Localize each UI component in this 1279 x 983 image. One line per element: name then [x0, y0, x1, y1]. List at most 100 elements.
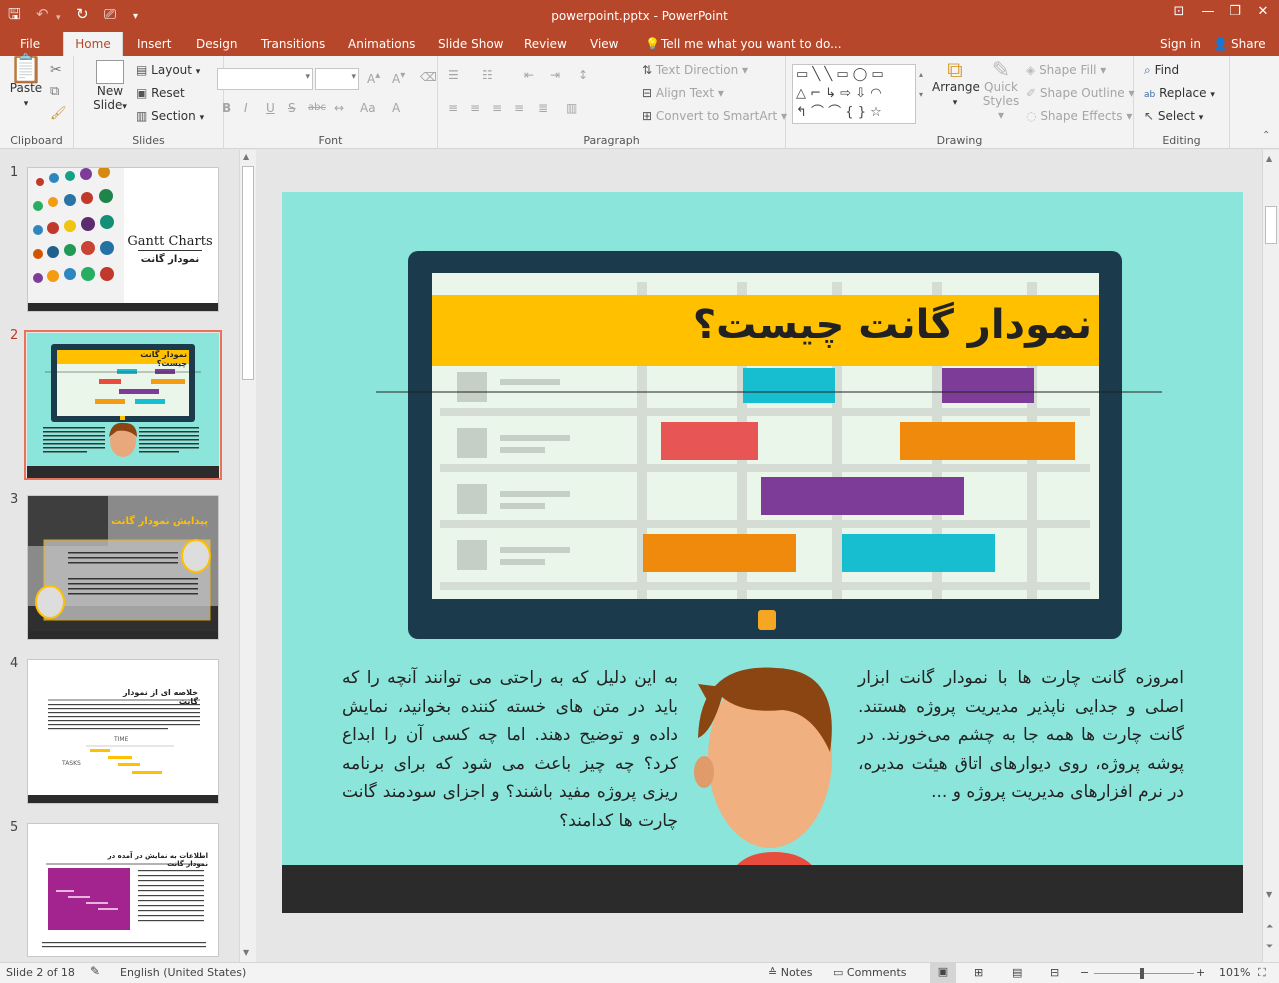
layout-button[interactable]: ▤ Layout ▾: [136, 63, 200, 77]
slide-scroll-thumb[interactable]: [1265, 206, 1277, 244]
slide-scroll-up-icon[interactable]: ▲: [1266, 154, 1272, 163]
tab-review[interactable]: Review: [524, 37, 567, 51]
scroll-down-icon[interactable]: ▼: [243, 948, 249, 957]
font-size-combo[interactable]: ▾: [315, 68, 359, 90]
next-slide-icon[interactable]: ⏷: [1266, 942, 1273, 952]
tab-design[interactable]: Design: [196, 37, 237, 51]
increase-font-icon[interactable]: A▴: [367, 70, 380, 86]
shape-effects-button[interactable]: ◌ Shape Effects ▾: [1026, 109, 1132, 123]
tab-insert[interactable]: Insert: [137, 37, 171, 51]
slideshow-view-icon[interactable]: ⊟: [1050, 966, 1059, 979]
minimize-icon[interactable]: —: [1195, 4, 1221, 19]
quick-styles-button[interactable]: ✎ Quick Styles ▾: [980, 60, 1022, 123]
language-indicator[interactable]: English (United States): [120, 966, 246, 979]
underline-button[interactable]: U: [266, 101, 275, 115]
justify-icon[interactable]: ≡: [514, 101, 524, 115]
align-right-icon[interactable]: ≡: [492, 101, 502, 115]
share-button[interactable]: Share: [1231, 37, 1266, 51]
font-color-icon[interactable]: A: [392, 101, 400, 115]
replace-button[interactable]: ab Replace ▾: [1144, 86, 1215, 100]
shape-outline-button[interactable]: ✐ Shape Outline ▾: [1026, 86, 1135, 100]
align-text-button[interactable]: ⊟ Align Text ▾: [642, 86, 724, 100]
editing-label: Editing: [1162, 134, 1201, 147]
shape-fill-button[interactable]: ◈ Shape Fill ▾: [1026, 63, 1106, 77]
bold-button[interactable]: B: [222, 101, 231, 115]
close-icon[interactable]: ✕: [1250, 4, 1276, 19]
slide-sorter-icon[interactable]: ⊞: [974, 966, 983, 979]
tab-slide-show[interactable]: Slide Show: [438, 37, 503, 51]
numbering-icon[interactable]: ☷: [482, 68, 493, 82]
tab-home[interactable]: Home: [63, 32, 123, 56]
char-spacing-icon[interactable]: ↔: [334, 101, 344, 115]
reset-button[interactable]: ▣ Reset: [136, 86, 185, 100]
shapes-gallery[interactable]: ▭ ╲ ╲ ▭ ◯ ▭ △ ⌐ ↳ ⇨ ⇩ ◠ ↰ ⌒ ⌒ { } ☆: [792, 64, 916, 124]
tell-me-box[interactable]: Tell me what you want to do...: [661, 37, 842, 51]
decrease-font-icon[interactable]: A▾: [392, 70, 405, 86]
gallery-down-icon[interactable]: ▾: [919, 90, 923, 99]
copy-icon[interactable]: ⧉: [50, 84, 59, 99]
reading-view-icon[interactable]: ▤: [1012, 966, 1022, 979]
text-direction-button[interactable]: ⇅ Text Direction ▾: [642, 63, 748, 77]
line-spacing-icon[interactable]: ↕: [578, 68, 588, 82]
format-painter-icon[interactable]: 🖌: [50, 106, 67, 121]
font-name-combo[interactable]: ▾: [217, 68, 313, 90]
slide-thumbnail-5[interactable]: اطلاعات به نمایش در آمده در نمودار گانت: [27, 823, 219, 957]
restore-icon[interactable]: ❐: [1222, 4, 1248, 19]
previous-slide-icon[interactable]: ⏶: [1266, 922, 1273, 932]
slide-footer-bar: [282, 865, 1243, 913]
slide-thumbnail-3[interactable]: پیدایش نمودار گانت: [27, 495, 219, 640]
spell-check-icon[interactable]: ✎: [90, 964, 100, 978]
tab-animations[interactable]: Animations: [348, 37, 415, 51]
thumbnails-scroll-thumb[interactable]: [242, 166, 254, 380]
drawing-label: Drawing: [936, 134, 983, 147]
tab-file[interactable]: File: [20, 37, 40, 51]
change-case-icon[interactable]: Aa: [360, 101, 376, 115]
slide-thumbnail-2[interactable]: نمودار گانت چیست؟: [27, 333, 219, 478]
columns-icon[interactable]: ▥: [566, 101, 577, 115]
collapse-ribbon-icon[interactable]: ⌃: [1262, 130, 1270, 141]
zoom-slider-track[interactable]: [1094, 973, 1194, 974]
fit-to-window-icon[interactable]: ⛶: [1258, 966, 1266, 980]
tab-transitions[interactable]: Transitions: [261, 37, 325, 51]
bullets-icon[interactable]: ☰: [448, 68, 459, 82]
italic-button[interactable]: I: [244, 101, 248, 115]
slide-text-left[interactable]: به این دلیل که به راحتی می توانند آنچه ر…: [342, 664, 678, 835]
slide-canvas[interactable]: نمودار گانت چیست؟ امروزه گانت چارت ها با…: [282, 192, 1243, 913]
zoom-out-icon[interactable]: −: [1080, 966, 1089, 979]
smartart-button[interactable]: ⊞ Convert to SmartArt ▾: [642, 109, 787, 123]
paste-button[interactable]: 📋 Paste ▾: [6, 55, 46, 111]
slide-thumbnail-1[interactable]: Gantt Charts نمودار گانت: [27, 167, 219, 312]
slide-title[interactable]: نمودار گانت چیست؟: [432, 302, 1092, 348]
section-button[interactable]: ▥ Section ▾: [136, 109, 204, 123]
slide-thumbnail-4[interactable]: خلاصه ای از نمودار گانت TIME TASKS: [27, 659, 219, 804]
increase-indent-icon[interactable]: ⇥: [550, 68, 560, 82]
clear-format-icon[interactable]: ⌫: [420, 70, 437, 84]
slide-scroll-down-icon[interactable]: ▼: [1266, 890, 1272, 899]
select-button[interactable]: ↖ Select ▾: [1144, 109, 1203, 123]
zoom-in-icon[interactable]: +: [1196, 966, 1205, 979]
slide-vertical-scrollbar[interactable]: ▲ ▼ ⏶ ⏷: [1262, 150, 1279, 962]
distributed-icon[interactable]: ≣: [538, 101, 548, 115]
shadow-button[interactable]: S: [288, 101, 296, 115]
find-button[interactable]: ⌕ Find: [1144, 63, 1179, 78]
arrange-button[interactable]: ⧉ Arrange ▾: [932, 60, 980, 110]
notes-button[interactable]: ≙ Notes: [768, 966, 813, 979]
decrease-indent-icon[interactable]: ⇤: [524, 68, 534, 82]
scroll-up-icon[interactable]: ▲: [243, 152, 249, 161]
strikethrough-button[interactable]: abc: [308, 102, 326, 113]
slide-text-right[interactable]: امروزه گانت چارت ها با نمودار گانت ابزار…: [858, 664, 1184, 807]
sign-in-link[interactable]: Sign in: [1160, 37, 1201, 51]
zoom-slider-thumb[interactable]: [1140, 968, 1144, 979]
align-left-icon[interactable]: ≡: [448, 101, 458, 115]
zoom-level[interactable]: 101%: [1219, 966, 1250, 979]
comments-button[interactable]: ▭ Comments: [833, 966, 907, 979]
cut-icon[interactable]: ✂: [50, 62, 62, 78]
gallery-up-icon[interactable]: ▴: [919, 70, 923, 79]
tab-view[interactable]: View: [590, 37, 618, 51]
ribbon-options-icon[interactable]: ⊡: [1166, 4, 1192, 19]
align-center-icon[interactable]: ≡: [470, 101, 480, 115]
new-slide-button[interactable]: New Slide▾: [88, 60, 132, 114]
smartart-label: Convert to SmartArt: [655, 109, 778, 123]
thumbnails-scrollbar[interactable]: ▲ ▼: [239, 150, 256, 962]
normal-view-icon[interactable]: ▣: [930, 963, 956, 983]
